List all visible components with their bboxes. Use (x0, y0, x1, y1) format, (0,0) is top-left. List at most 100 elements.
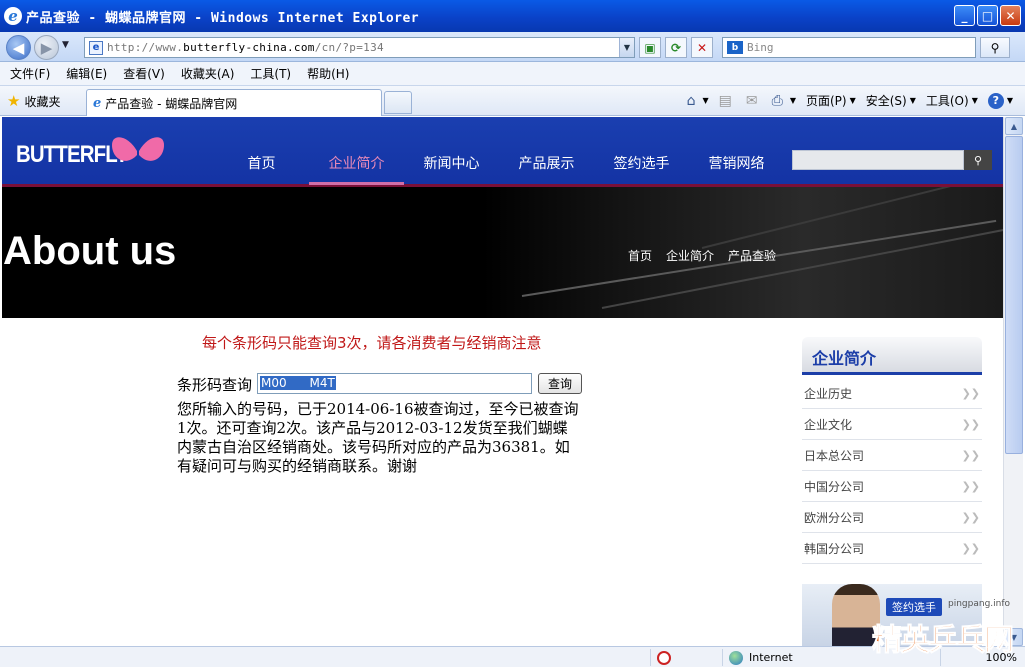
chevron-down-icon: ▼ (849, 96, 856, 105)
nav-news[interactable]: 新闻中心 (404, 141, 499, 185)
magnifier-icon: ⚲ (990, 40, 1000, 55)
query-button[interactable]: 查询 (538, 373, 582, 394)
sidebar-heading: 企业简介 (802, 337, 982, 375)
barcode-label: 条形码查询 (177, 376, 253, 394)
print-button[interactable]: ⎙ ▼ (772, 93, 796, 109)
scrollbar-thumb[interactable] (1005, 136, 1023, 454)
site-nav: 首页 企业简介 新闻中心 产品展示 签约选手 营销网络 (214, 141, 784, 185)
favorites-label: 收藏夹 (24, 94, 61, 109)
safety-menu-label: 安全(S) (865, 94, 907, 108)
safety-menu[interactable]: 安全(S) ▼ (866, 92, 916, 109)
chevron-down-icon: ▼ (909, 96, 916, 105)
menu-bar: 文件(F) 编辑(E) 查看(V) 收藏夹(A) 工具(T) 帮助(H) (0, 62, 1025, 86)
sidebar-item-label: 日本总公司 (804, 448, 865, 463)
page-viewport: BUTTERFLY 首页 企业简介 新闻中心 产品展示 签约选手 营销网络 ⚲ … (2, 117, 1003, 646)
help-menu[interactable]: ? ▼ (987, 92, 1013, 109)
favorites-button[interactable]: ★ 收藏夹 (7, 92, 60, 110)
home-icon: ⌂ (686, 92, 696, 109)
address-dropdown-icon[interactable]: ▼ (619, 38, 634, 57)
address-url: http://www.butterfly-china.com/cn/?p=134 (107, 41, 384, 54)
rss-icon: ▤ (718, 92, 732, 109)
sidebar-item-history[interactable]: 企业历史 ❯❯ (802, 378, 982, 409)
tools-menu[interactable]: 工具(O) ▼ (926, 92, 978, 109)
watermark-url: pingpang.info (948, 599, 1011, 609)
menu-file[interactable]: 文件(F) (10, 65, 50, 82)
star-icon: ★ (7, 92, 21, 110)
chevron-down-icon: ▼ (789, 96, 796, 105)
sidebar-item-korea-branch[interactable]: 韩国分公司 ❯❯ (802, 533, 982, 564)
scroll-up-icon[interactable]: ▲ (1005, 117, 1023, 135)
breadcrumb: 首页 企业简介 产品查验 (628, 247, 776, 264)
page-menu[interactable]: 页面(P) ▼ (806, 92, 856, 109)
nav-about[interactable]: 企业简介 (309, 141, 404, 185)
page-icon: e (89, 40, 103, 55)
search-go-button[interactable]: ⚲ (980, 37, 1010, 58)
site-watermark: pingpang.info 精英乒乓网 (868, 593, 1024, 667)
sidebar-item-label: 企业文化 (804, 417, 853, 432)
stop-icon[interactable]: ✕ (691, 37, 713, 58)
sidebar-item-japan-hq[interactable]: 日本总公司 ❯❯ (802, 440, 982, 471)
sidebar-item-label: 企业历史 (804, 386, 853, 401)
chevron-down-icon: ▼ (971, 96, 978, 105)
sidebar-item-label: 欧洲分公司 (804, 510, 865, 525)
breadcrumb-home[interactable]: 首页 (628, 247, 652, 264)
menu-favorites[interactable]: 收藏夹(A) (181, 65, 235, 82)
query-notice: 每个条形码只能查询3次，请各消费者与经销商注意 (202, 334, 542, 352)
refresh-icon[interactable]: ⟳ (665, 37, 687, 58)
site-header: BUTTERFLY 首页 企业简介 新闻中心 产品展示 签约选手 营销网络 ⚲ (2, 117, 1003, 187)
search-input[interactable]: b Bing (722, 37, 976, 58)
vertical-scrollbar[interactable]: ▲ ▼ (1003, 117, 1023, 646)
menu-tools[interactable]: 工具(T) (250, 65, 291, 82)
breadcrumb-about[interactable]: 企业简介 (666, 247, 714, 264)
watermark-text: 精英乒乓网 (872, 623, 1015, 659)
butterfly-logo-icon[interactable] (110, 133, 166, 169)
compatibility-view-icon[interactable]: ▣ (639, 37, 661, 58)
tools-menu-label: 工具(O) (925, 94, 969, 108)
window-controls: _ □ ✕ (954, 5, 1021, 26)
site-search-button[interactable]: ⚲ (964, 150, 992, 170)
zone-label: Internet (749, 651, 793, 664)
favorites-bar: ★ 收藏夹 e 产品查验 - 蝴蝶品牌官网 ⌂ ▼ ▤ ✉ ⎙ ▼ 页面(P) ▼ 安… (0, 86, 1025, 116)
nav-sales-network[interactable]: 营销网络 (689, 141, 784, 185)
address-toolbar: ◀ ▶ ▼ e http://www.butterfly-china.com/c… (0, 32, 1025, 62)
chevron-down-icon: ▼ (702, 96, 709, 105)
maximize-button[interactable]: □ (977, 5, 998, 26)
menu-help[interactable]: 帮助(H) (307, 65, 349, 82)
security-zone[interactable]: Internet (722, 649, 872, 666)
chevron-right-icon: ❯❯ (961, 541, 980, 555)
menu-edit[interactable]: 编辑(E) (66, 65, 107, 82)
home-button[interactable]: ⌂ ▼ (687, 93, 709, 109)
forward-button[interactable]: ▶ (34, 35, 59, 60)
site-search-input[interactable] (792, 150, 964, 170)
menu-view[interactable]: 查看(V) (123, 65, 165, 82)
nav-home[interactable]: 首页 (214, 141, 309, 185)
tab-title: 产品查验 - 蝴蝶品牌官网 (105, 96, 238, 111)
popup-blocker-cell[interactable] (650, 649, 722, 666)
tab-current[interactable]: e 产品查验 - 蝴蝶品牌官网 (86, 89, 382, 116)
sidebar-item-europe-branch[interactable]: 欧洲分公司 ❯❯ (802, 502, 982, 533)
new-tab-button[interactable] (384, 91, 412, 114)
sidebar-list: 企业历史 ❯❯ 企业文化 ❯❯ 日本总公司 ❯❯ 中国分公司 ❯❯ 欧洲分公司 ❯❯ 韩国… (802, 378, 982, 564)
feeds-button[interactable]: ▤ (719, 93, 736, 109)
chevron-right-icon: ❯❯ (961, 386, 980, 400)
popup-blocker-icon (657, 650, 671, 665)
sidebar-item-china-branch[interactable]: 中国分公司 ❯❯ (802, 471, 982, 502)
help-icon: ? (987, 92, 1004, 109)
recent-pages-dropdown-icon[interactable]: ▼ (62, 40, 69, 50)
chevron-right-icon: ❯❯ (961, 448, 980, 462)
sidebar-item-culture[interactable]: 企业文化 ❯❯ (802, 409, 982, 440)
address-input[interactable]: e http://www.butterfly-china.com/cn/?p=1… (84, 37, 635, 58)
nav-products[interactable]: 产品展示 (499, 141, 594, 185)
mail-icon: ✉ (745, 92, 758, 109)
minimize-button[interactable]: _ (954, 5, 975, 26)
mail-button[interactable]: ✉ (746, 93, 762, 109)
ie-logo-icon: e (4, 7, 22, 25)
back-button[interactable]: ◀ (6, 35, 31, 60)
query-result: 您所输入的号码，已于2014-06-16被查询过，至今已被查询1次。还可查询2次… (177, 400, 579, 475)
close-button[interactable]: ✕ (1000, 5, 1021, 26)
magnifier-icon: ⚲ (973, 153, 983, 167)
window-titlebar: e 产品查验 - 蝴蝶品牌官网 - Windows Internet Explo… (0, 0, 1025, 32)
nav-players[interactable]: 签约选手 (594, 141, 689, 185)
barcode-input[interactable]: M00 M4T (257, 373, 532, 394)
window-title: 产品查验 - 蝴蝶品牌官网 - Windows Internet Explore… (26, 10, 420, 26)
